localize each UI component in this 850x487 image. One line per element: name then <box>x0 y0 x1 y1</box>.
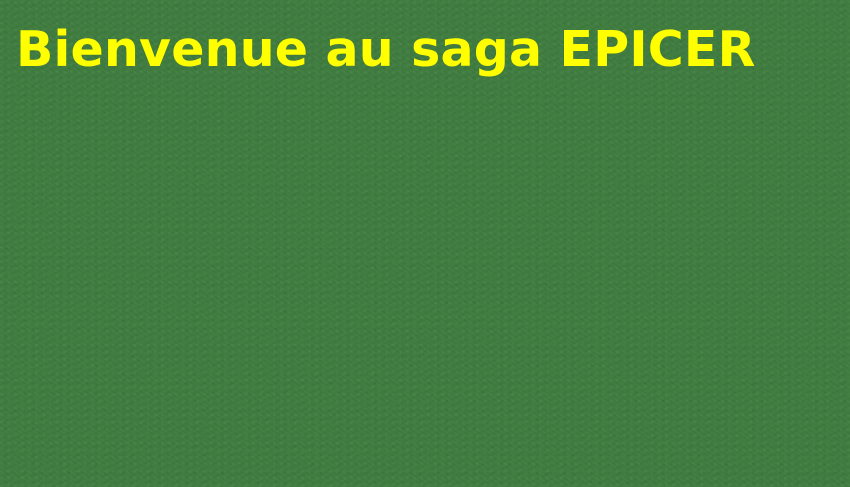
game-welcome-screen: Bienvenue au saga EPICER <box>0 0 850 487</box>
welcome-title: Bienvenue au saga EPICER <box>16 21 756 78</box>
